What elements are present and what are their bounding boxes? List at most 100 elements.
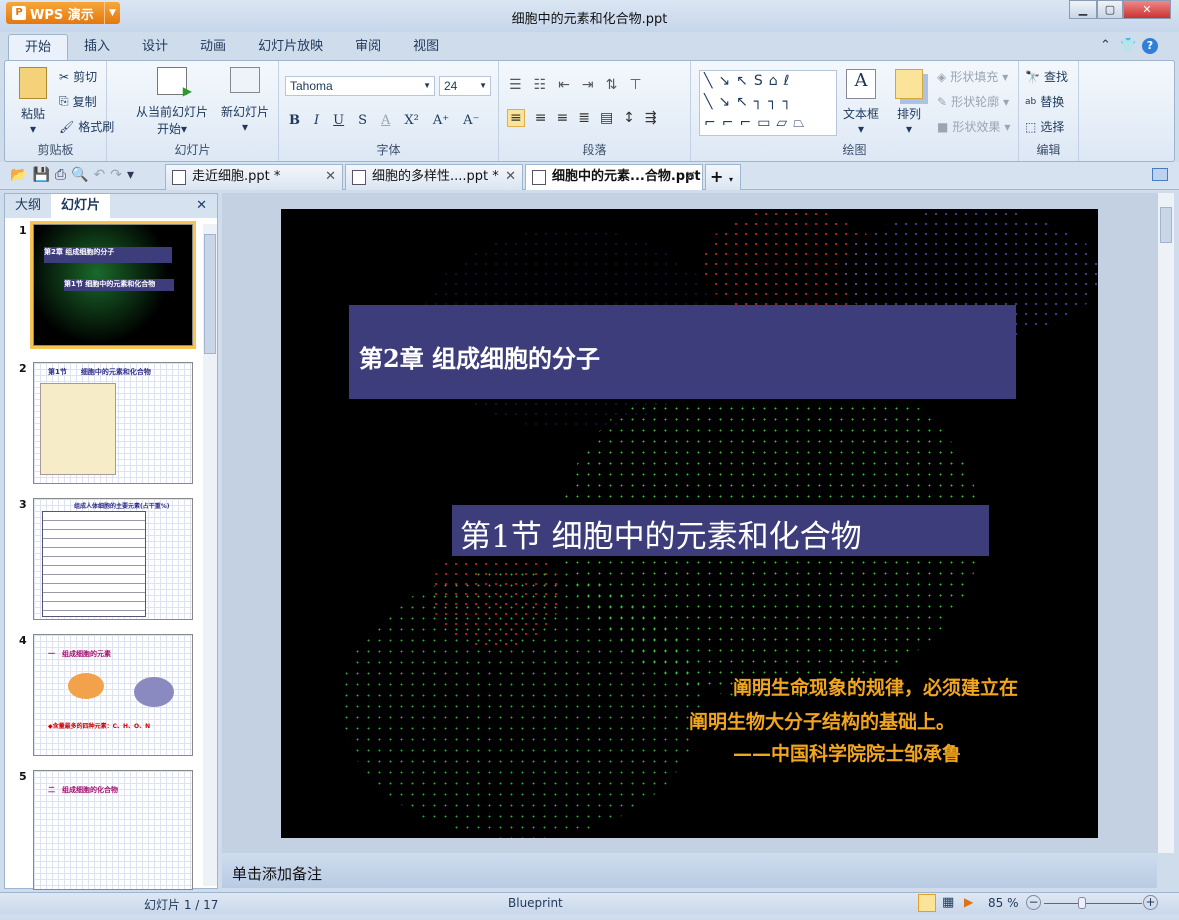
zoom-slider[interactable] [1044, 903, 1142, 904]
thumb-title: 二 组成细胞的化合物 [48, 786, 118, 794]
vertical-scrollbar[interactable] [1157, 193, 1174, 853]
tab-animation[interactable]: 动画 [184, 34, 242, 60]
zoom-in-button[interactable]: + [1143, 895, 1158, 910]
align-center-icon[interactable]: ≡ [535, 110, 547, 126]
print-icon[interactable]: ⎙ [55, 167, 71, 183]
shape-fill-button[interactable]: ◈ 形状填充 ▾ [937, 68, 1008, 85]
arrange-button[interactable]: 排列 ▾ [891, 69, 927, 136]
shadow-button[interactable]: S [358, 113, 367, 128]
align-left-icon[interactable]: ≡ [507, 109, 525, 127]
close-panel-icon[interactable]: ✕ [186, 194, 217, 218]
save-icon[interactable]: 💾 [32, 167, 54, 183]
slide-canvas[interactable]: 第2章 组成细胞的分子 第1节 细胞中的元素和化合物 阐明生命现象的规律，必须建… [281, 209, 1098, 838]
scroll-thumb[interactable] [204, 234, 216, 354]
align-right-icon[interactable]: ≡ [556, 110, 568, 126]
tab-slideshow[interactable]: 幻灯片放映 [242, 34, 339, 60]
window-layout-icon[interactable] [1152, 168, 1168, 181]
shape-outline-button[interactable]: ✎ 形状轮廓 ▾ [937, 93, 1009, 110]
doc-tab[interactable]: 走近细胞.ppt * ✕ [165, 164, 343, 190]
increase-indent-icon[interactable]: ⇥ [582, 77, 594, 93]
select-button[interactable]: ⬚ 选择 [1025, 118, 1064, 135]
textbox-button[interactable]: A 文本框 ▾ [841, 69, 881, 136]
superscript-button[interactable]: X² [404, 113, 418, 128]
doc-tab-label: 走近细胞.ppt * [192, 169, 281, 184]
quote-line[interactable]: 阐明生物大分子结构的基础上。 [689, 707, 955, 734]
font-name-select[interactable]: Tahoma ▼ [285, 76, 435, 96]
thumb-image: 第1节 细胞中的元素和化合物 [33, 362, 193, 484]
sorter-view-icon[interactable]: ▦ [942, 895, 954, 910]
doc-tab[interactable]: 细胞的多样性....ppt * ✕ [345, 164, 523, 190]
tab-home[interactable]: 开始 [8, 34, 69, 60]
slide-subtitle[interactable]: 第1节 细胞中的元素和化合物 [452, 505, 989, 556]
preview-icon[interactable]: 🔍 [71, 167, 93, 183]
tab-insert[interactable]: 插入 [68, 34, 126, 60]
maximize-button[interactable]: ▢ [1097, 0, 1123, 19]
find-button[interactable]: 🔭 查找 [1025, 68, 1068, 85]
new-tab-button[interactable]: + ▾ [705, 164, 741, 190]
doc-tab-active[interactable]: 细胞中的元素...合物.ppt ✕ [525, 164, 703, 190]
bullets-icon[interactable]: ☰ [509, 77, 522, 93]
format-painter-button[interactable]: 🖌 格式刷 [59, 118, 114, 135]
ppt-file-icon [352, 170, 366, 185]
help-icon[interactable]: ? [1142, 38, 1158, 54]
close-button[interactable]: ✕ [1123, 0, 1171, 19]
decrease-indent-icon[interactable]: ⇤ [558, 77, 570, 93]
panel-scrollbar[interactable] [203, 224, 217, 886]
font-color-button[interactable]: A [381, 113, 390, 128]
brush-icon: 🖌 [59, 119, 75, 134]
slideshow-view-icon[interactable]: ▶ [964, 895, 973, 909]
columns-icon[interactable]: ⇶ [645, 110, 657, 126]
tab-view[interactable]: 视图 [397, 34, 455, 60]
font-size-select[interactable]: 24 ▼ [439, 76, 491, 96]
clipboard-group: 粘贴 ▾ ✂ 剪切 ⎘ 复制 🖌 格式刷 剪贴板 [5, 61, 114, 161]
quote-author[interactable]: ——中国科学院院士邹承鲁 [733, 739, 961, 766]
play-from-current-button[interactable]: ▶ 从当前幻灯片 开始▾ [127, 67, 217, 137]
underline-button[interactable]: U [333, 113, 344, 128]
zoom-slider-thumb[interactable] [1078, 897, 1087, 909]
bold-button[interactable]: B [289, 113, 300, 128]
new-slide-button[interactable]: 新幻灯片 ▾ [217, 67, 273, 134]
skin-icon[interactable]: 👕 [1120, 38, 1136, 53]
tab-review[interactable]: 审阅 [339, 34, 397, 60]
numbering-icon[interactable]: ☷ [534, 77, 547, 93]
slide-position: 幻灯片 1 / 17 [144, 898, 219, 912]
slide-title[interactable]: 第2章 组成细胞的分子 [349, 305, 1016, 399]
notes-pane[interactable]: 单击添加备注 [222, 855, 1157, 888]
tab-design[interactable]: 设计 [126, 34, 184, 60]
text-direction-icon[interactable]: ⇅ [606, 77, 618, 93]
scroll-thumb[interactable] [1160, 207, 1172, 243]
close-tab-icon[interactable]: ✕ [325, 165, 336, 189]
close-tab-icon[interactable]: ✕ [685, 165, 696, 189]
customize-icon[interactable]: ▾ [127, 167, 139, 183]
justify-icon[interactable]: ≣ [578, 110, 590, 126]
copy-button[interactable]: ⎘ 复制 [59, 93, 97, 110]
distribute-icon[interactable]: ▤ [600, 110, 613, 126]
close-tab-icon[interactable]: ✕ [505, 165, 516, 189]
line-spacing-icon[interactable]: ↕ [623, 110, 635, 126]
paste-button[interactable]: 粘贴 ▾ [13, 67, 53, 136]
thumb-image: 第2章 组成细胞的分子 第1节 细胞中的元素和化合物 [30, 221, 196, 349]
collapse-ribbon-icon[interactable]: ⌃ [1100, 38, 1111, 53]
redo-icon[interactable]: ↷ [110, 167, 127, 183]
normal-view-icon[interactable] [918, 894, 936, 912]
shape-effect-button[interactable]: ■ 形状效果 ▾ [937, 118, 1010, 135]
align-text-icon[interactable]: ⊤ [629, 77, 641, 93]
quote-line[interactable]: 阐明生命现象的规律，必须建立在 [733, 673, 1018, 700]
quick-access-toolbar: 📂💾⎙🔍↶↷▾ [10, 167, 139, 183]
tab-slides[interactable]: 幻灯片 [51, 194, 111, 218]
font-size-value: 24 [444, 79, 458, 93]
slide-number: 3 [19, 498, 27, 511]
replace-button[interactable]: ab 替换 [1025, 93, 1064, 110]
minimize-button[interactable]: ▁ [1069, 0, 1097, 19]
tab-outline[interactable]: 大纲 [5, 194, 51, 218]
shape-gallery[interactable]: ╲↘↖S⌂ℓ ╲↘↖┐┐┐ ⌐⌐⌐▭▱⏢ [699, 70, 837, 136]
grow-font-button[interactable]: A⁺ [433, 113, 449, 128]
cut-button[interactable]: ✂ 剪切 [59, 68, 97, 85]
zoom-out-button[interactable]: − [1026, 895, 1041, 910]
italic-button[interactable]: I [314, 113, 319, 128]
play-label: 从当前幻灯片 [135, 105, 208, 119]
undo-icon[interactable]: ↶ [94, 167, 111, 183]
ribbon-tabs: 开始 插入 设计 动画 幻灯片放映 审阅 视图 ⌃ 👕 ? [0, 34, 1179, 60]
open-icon[interactable]: 📂 [10, 167, 32, 183]
shrink-font-button[interactable]: A⁻ [463, 113, 479, 128]
